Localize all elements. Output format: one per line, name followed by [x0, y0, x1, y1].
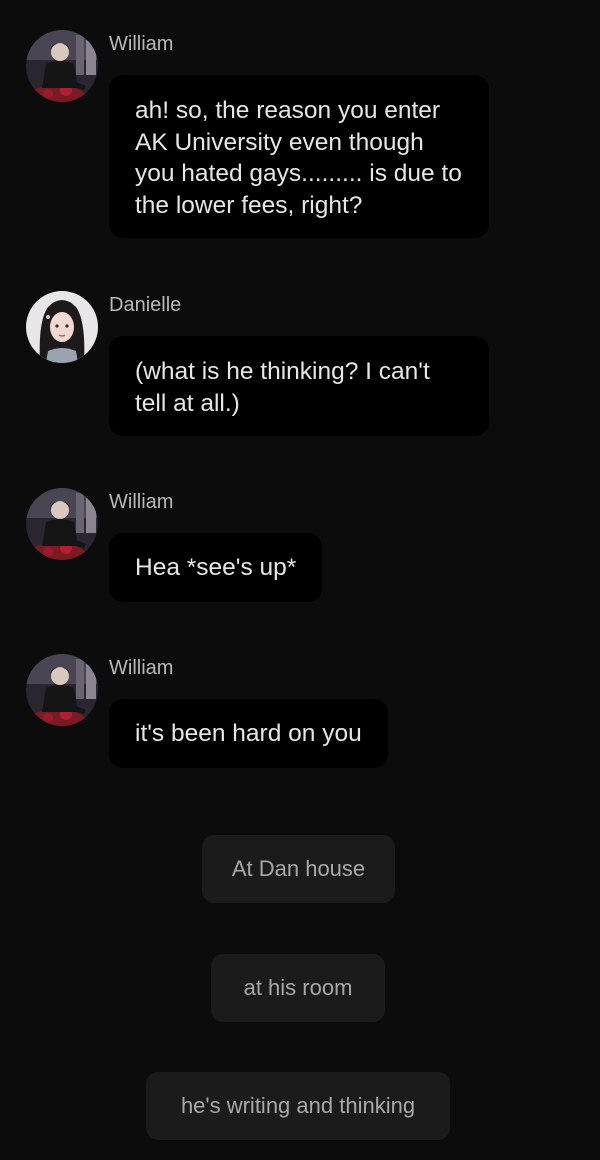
sender-name: Danielle: [109, 294, 182, 316]
william-avatar-icon[interactable]: [26, 488, 98, 560]
sender-name: William: [109, 491, 174, 513]
william-avatar-icon[interactable]: [26, 30, 98, 102]
message-bubble: (what is he thinking? I can't tell at al…: [109, 336, 489, 436]
option-label: at his room: [243, 975, 353, 1000]
message-bubble: ah! so, the reason you enter AK Universi…: [109, 75, 489, 238]
option-button[interactable]: At Dan house: [202, 835, 395, 903]
message-text: ah! so, the reason you enter AK Universi…: [135, 97, 462, 219]
message-text: it's been hard on you: [135, 720, 362, 747]
message-text: (what is he thinking? I can't tell at al…: [135, 358, 430, 417]
option-button[interactable]: at his room: [211, 954, 385, 1022]
message-bubble: it's been hard on you: [109, 699, 388, 768]
message-text: Hea *see's up*: [135, 554, 297, 581]
option-button[interactable]: he's writing and thinking: [146, 1072, 450, 1140]
sender-name: William: [109, 33, 174, 55]
danielle-avatar-icon[interactable]: [26, 291, 98, 363]
option-label: At Dan house: [231, 856, 366, 881]
sender-name: William: [109, 657, 174, 679]
option-label: he's writing and thinking: [180, 1093, 416, 1118]
william-avatar-icon[interactable]: [26, 654, 98, 726]
chat-screen: William ah! so, the reason you enter AK …: [0, 0, 600, 1160]
message-bubble: Hea *see's up*: [109, 533, 323, 602]
